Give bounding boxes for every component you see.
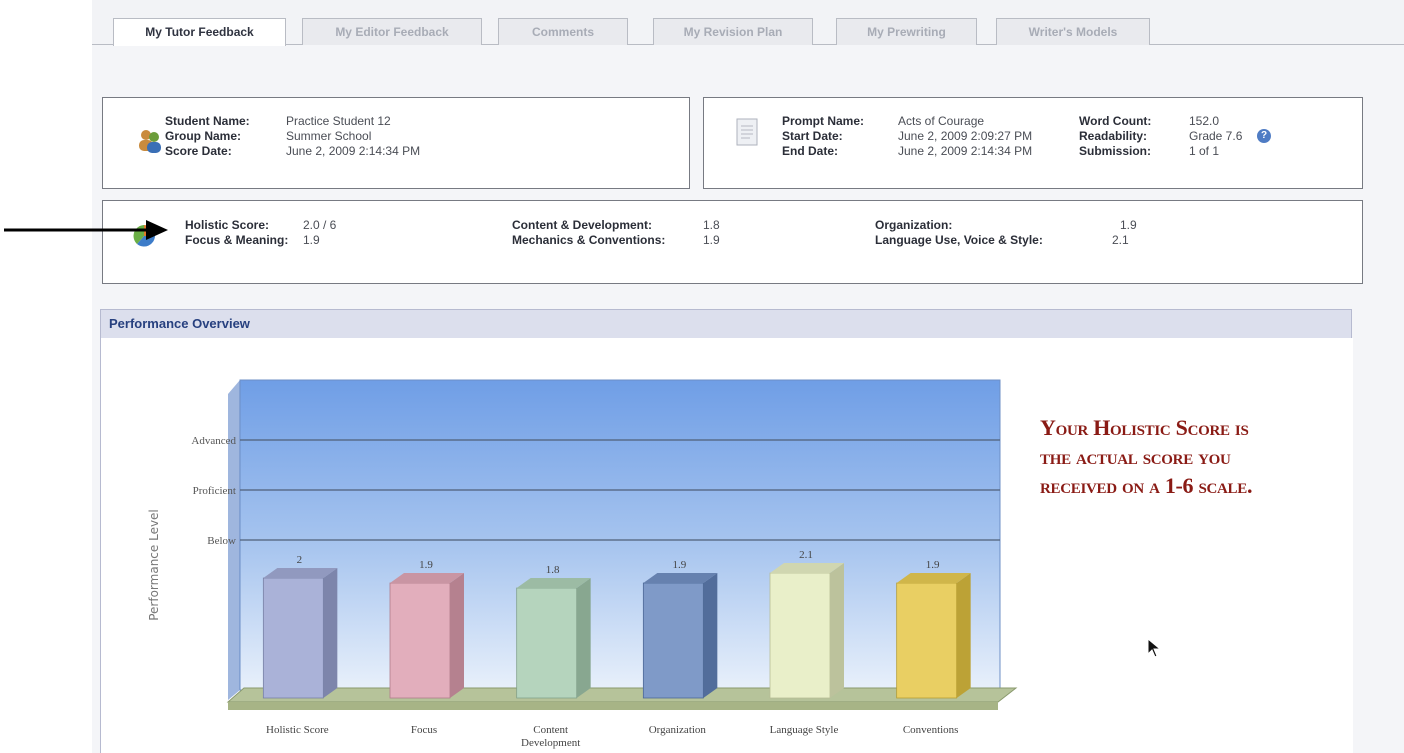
annotation-line-2: the actual score you bbox=[1040, 444, 1231, 469]
bar-value-focus: 1.9 bbox=[419, 559, 433, 571]
content-development-label: Content & Development: bbox=[512, 218, 653, 232]
category-label-organization: Organization bbox=[649, 724, 707, 736]
bar-value-organization: 1.9 bbox=[672, 559, 686, 571]
help-icon[interactable]: ? bbox=[1257, 129, 1271, 143]
performance-overview-header: Performance Overview bbox=[100, 309, 1352, 339]
prompt-info-panel: Prompt Name: Acts of Courage Start Date:… bbox=[703, 97, 1363, 189]
bar-side-focus bbox=[450, 573, 464, 698]
student-info-panel: Student Name: Practice Student 12 Group … bbox=[102, 97, 690, 189]
arrow-icon bbox=[4, 220, 168, 240]
level-label-below: Below bbox=[207, 535, 236, 547]
level-label-proficient: Proficient bbox=[193, 485, 236, 497]
bar-value-language-style: 2.1 bbox=[799, 549, 813, 561]
scores-panel: Holistic Score: 2.0 / 6 Focus & Meaning:… bbox=[102, 200, 1363, 284]
prompt-name-value: Acts of Courage bbox=[898, 114, 985, 128]
bar-value-conventions: 1.9 bbox=[926, 559, 940, 571]
readability-label: Readability: bbox=[1079, 129, 1148, 143]
users-icon bbox=[139, 130, 161, 153]
tab-my-tutor-feedback[interactable]: My Tutor Feedback bbox=[113, 18, 286, 46]
performance-chart: Advanced Proficient Below Performance Level… bbox=[147, 379, 1018, 749]
bar-side-conventions bbox=[956, 573, 971, 698]
bar-value-content-development: 1.8 bbox=[546, 564, 560, 576]
bar-side-language-style bbox=[830, 563, 844, 698]
bar-holistic-score bbox=[262, 577, 324, 699]
mouse-cursor-icon bbox=[1147, 638, 1162, 658]
end-date-label: End Date: bbox=[782, 144, 839, 158]
holistic-score-value: 2.0 / 6 bbox=[303, 218, 337, 232]
organization-label: Organization: bbox=[875, 218, 953, 232]
group-name-value: Summer School bbox=[286, 129, 372, 143]
annotation-line-3: received on a 1-6 scale. bbox=[1040, 473, 1253, 498]
word-count-value: 152.0 bbox=[1189, 114, 1220, 128]
submission-label: Submission: bbox=[1079, 144, 1152, 158]
chart-floor-edge bbox=[228, 702, 998, 710]
organization-value: 1.9 bbox=[1120, 218, 1137, 232]
tab-my-revision-plan[interactable]: My Revision Plan bbox=[653, 18, 813, 45]
category-label-conventions: Conventions bbox=[903, 724, 959, 736]
tab-comments[interactable]: Comments bbox=[498, 18, 628, 45]
start-date-value: June 2, 2009 2:09:27 PM bbox=[898, 129, 1033, 143]
bar-content-development bbox=[516, 587, 578, 699]
category-label-focus: Focus bbox=[411, 724, 437, 736]
focus-meaning-value: 1.9 bbox=[303, 233, 320, 247]
tab-writers-models[interactable]: Writer's Models bbox=[996, 18, 1150, 45]
holistic-score-annotation: Your Holistic Score is the actual score … bbox=[1040, 413, 1385, 500]
student-name-label: Student Name: bbox=[165, 114, 250, 128]
mechanics-conventions-value: 1.9 bbox=[703, 233, 720, 247]
end-date-value: June 2, 2009 2:14:34 PM bbox=[898, 144, 1033, 158]
category-label-content-development: Content Development bbox=[521, 724, 580, 749]
tab-bar: My Tutor Feedback My Editor Feedback Com… bbox=[92, 0, 1404, 46]
bar-side-content-development bbox=[576, 578, 591, 698]
chart-background bbox=[239, 379, 1001, 691]
start-date-label: Start Date: bbox=[782, 129, 843, 143]
document-icon bbox=[736, 118, 758, 146]
category-label-holistic-score: Holistic Score bbox=[266, 724, 329, 736]
group-name-label: Group Name: bbox=[165, 129, 242, 143]
holistic-score-label: Holistic Score: bbox=[185, 218, 270, 232]
score-date-label: Score Date: bbox=[165, 144, 232, 158]
y-axis-title: Performance Level bbox=[147, 509, 161, 621]
score-date-value: June 2, 2009 2:14:34 PM bbox=[286, 144, 421, 158]
content-development-value: 1.8 bbox=[703, 218, 720, 232]
bar-language-style bbox=[769, 572, 831, 699]
tab-my-editor-feedback[interactable]: My Editor Feedback bbox=[302, 18, 482, 45]
student-name-value: Practice Student 12 bbox=[286, 114, 391, 128]
annotation-line-1: Your Holistic Score is bbox=[1040, 415, 1249, 440]
bar-side-organization bbox=[703, 573, 718, 698]
bar-conventions bbox=[896, 582, 958, 699]
prompt-name-label: Prompt Name: bbox=[782, 114, 865, 128]
bar-value-holistic-score: 2 bbox=[297, 554, 303, 566]
level-label-advanced: Advanced bbox=[191, 435, 236, 447]
performance-overview-title: Performance Overview bbox=[109, 316, 250, 331]
language-style-value: 2.1 bbox=[1112, 233, 1129, 247]
submission-value: 1 of 1 bbox=[1189, 144, 1220, 158]
language-style-label: Language Use, Voice & Style: bbox=[875, 233, 1043, 247]
mechanics-conventions-label: Mechanics & Conventions: bbox=[512, 233, 666, 247]
bar-organization bbox=[642, 582, 704, 699]
word-count-label: Word Count: bbox=[1079, 114, 1152, 128]
tab-my-prewriting[interactable]: My Prewriting bbox=[836, 18, 977, 45]
focus-meaning-label: Focus & Meaning: bbox=[185, 233, 289, 247]
readability-value: Grade 7.6 bbox=[1189, 129, 1243, 143]
bar-side-holistic-score bbox=[323, 568, 338, 698]
bar-focus bbox=[389, 582, 451, 699]
category-label-language-style: Language Style bbox=[770, 724, 839, 736]
